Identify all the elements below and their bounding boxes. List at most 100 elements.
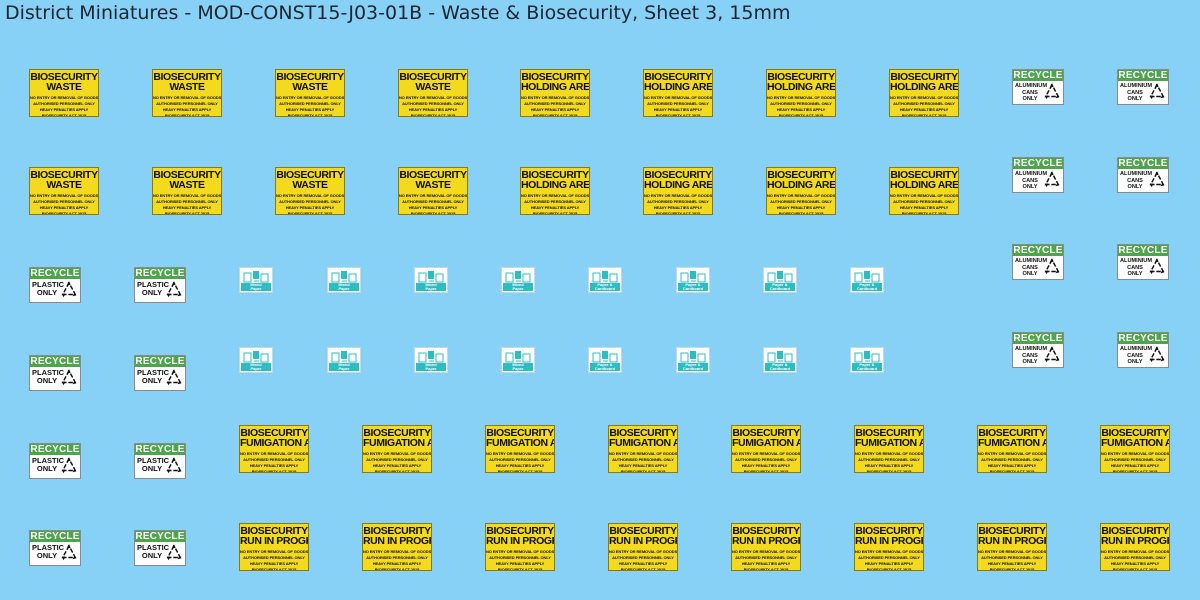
- biosecurity-holding-area-sign: BIOSECURITY HOLDING AREA NO ENTRY OR REMOV…: [766, 69, 836, 117]
- sign-line-penalties: HEAVY PENALTIES APPLY: [653, 107, 703, 112]
- recycle-aluminium-sign: RECYCLE ALUMINIUM CANS ONLY: [1117, 244, 1169, 280]
- recycle-arrows-icon: [166, 457, 182, 474]
- paper-band: Paper & Cardboard: [765, 283, 795, 291]
- sign-line-no-entry: NO ENTRY OR REMOVAL OF GOODS: [609, 549, 678, 554]
- recycle-heading: RECYCLE: [135, 268, 185, 279]
- recycle-label: ALUMINIUM CANS ONLY: [1015, 258, 1047, 278]
- sign-line-penalties: HEAVY PENALTIES APPLY: [1110, 561, 1160, 566]
- recycle-heading: RECYCLE: [1013, 70, 1063, 81]
- recycle-body: ALUMINIUM CANS ONLY: [1118, 81, 1168, 104]
- sign-line-penalties: HEAVY PENALTIES APPLY: [495, 561, 545, 566]
- recycle-heading: RECYCLE: [1118, 70, 1168, 81]
- recycle-body: ALUMINIUM CANS ONLY: [1013, 81, 1063, 104]
- sign-subheading: HOLDING AREA: [644, 81, 713, 93]
- paper-band-text: Paper & Cardboard: [857, 363, 877, 371]
- biosecurity-run-in-progress-sign: BIOSECURITYRUN IN PROGRESSNO ENTRY OR RE…: [239, 523, 309, 571]
- paper-mixed-sign: Mixed Paper: [327, 267, 361, 293]
- sign-line-no-entry: NO ENTRY OR REMOVAL OF GOODS: [855, 549, 924, 554]
- recycle-body: PLASTIC ONLY: [135, 367, 185, 390]
- sign-subheading: HOLDING AREA: [521, 81, 590, 93]
- sign-line-authorised: AUTHORISED PERSONNEL ONLY: [858, 457, 920, 462]
- sign-line-penalties: HEAVY PENALTIES APPLY: [776, 107, 826, 112]
- sign-line-authorised: AUTHORISED PERSONNEL ONLY: [1104, 457, 1166, 462]
- band-line-paper: Paper: [512, 286, 524, 291]
- sign-line-authorised: AUTHORISED PERSONNEL ONLY: [243, 457, 305, 462]
- recycle-arrows-icon: [61, 369, 77, 386]
- sign-subheading: WASTE: [46, 81, 82, 93]
- sign-line-authorised: AUTHORISED PERSONNEL ONLY: [770, 101, 832, 106]
- paper-band-text: Mixed Paper: [338, 363, 349, 371]
- paper-band-text: Mixed Paper: [338, 283, 349, 291]
- recycle-plastic-sign: RECYCLE PLASTIC ONLY: [134, 267, 186, 303]
- sign-line-act: BIOSECURITY ACT 2015: [497, 567, 543, 571]
- label-line-only: ONLY: [1127, 359, 1143, 365]
- sign-subheading: FUMIGATION AREA: [363, 437, 431, 449]
- label-line-only: ONLY: [36, 288, 58, 297]
- paper-band: Paper & Cardboard: [590, 363, 620, 371]
- sign-line-no-entry: NO ENTRY OR REMOVAL OF GOODS: [240, 451, 309, 456]
- sign-line-authorised: AUTHORISED PERSONNEL ONLY: [489, 555, 551, 560]
- label-line-only: ONLY: [1022, 96, 1038, 102]
- sign-line-penalties: HEAVY PENALTIES APPLY: [39, 205, 89, 210]
- sign-subheading: HOLDING AREA: [767, 81, 836, 93]
- sign-subheading: FUMIGATION AREA: [855, 437, 923, 449]
- paper-band-text: Paper & Cardboard: [683, 283, 703, 291]
- label-line-only: ONLY: [141, 551, 163, 560]
- recycle-plastic-sign: RECYCLE PLASTIC ONLY: [29, 530, 81, 566]
- sign-line-penalties: HEAVY PENALTIES APPLY: [162, 205, 212, 210]
- recycle-label: PLASTIC ONLY: [32, 544, 64, 560]
- sign-line-no-entry: NO ENTRY OR REMOVAL OF GOODS: [486, 451, 555, 456]
- sign-line-penalties: HEAVY PENALTIES APPLY: [249, 463, 299, 468]
- sign-line-act: BIOSECURITY ACT 2015: [743, 567, 789, 571]
- sign-line-penalties: HEAVY PENALTIES APPLY: [249, 561, 299, 566]
- label-line-only: ONLY: [141, 464, 163, 473]
- recycle-label: ALUMINIUM CANS ONLY: [1120, 346, 1152, 366]
- recycle-arrows-icon: [1044, 258, 1060, 275]
- biosecurity-holding-area-sign: BIOSECURITY HOLDING AREA NO ENTRY OR REMOV…: [889, 167, 959, 215]
- sign-subheading: FUMIGATION AREA: [1101, 437, 1169, 449]
- recycle-heading: RECYCLE: [135, 356, 185, 367]
- recycle-plastic-sign: RECYCLE PLASTIC ONLY: [134, 443, 186, 479]
- paper-cardboard-sign: Paper & Cardboard: [588, 267, 622, 293]
- sign-line-act: BIOSECURITY ACT 2015: [287, 113, 333, 117]
- recycle-label: ALUMINIUM CANS ONLY: [1120, 171, 1153, 191]
- biosecurity-fumigation-area-sign: BIOSECURITYFUMIGATION AREANO ENTRY OR RE…: [608, 425, 678, 473]
- recycle-label: PLASTIC ONLY: [32, 369, 64, 385]
- paper-band: Mixed Paper: [241, 363, 271, 371]
- sign-subheading: RUN IN PROGRESS: [732, 535, 800, 547]
- recycle-arrows-icon: [1149, 346, 1165, 363]
- biosecurity-run-in-progress-sign: BIOSECURITYRUN IN PROGRESSNO ENTRY OR RE…: [977, 523, 1047, 571]
- band-line-cardboard: Cardboard: [682, 366, 704, 371]
- paper-band-text: Paper & Cardboard: [595, 283, 615, 291]
- band-line-paper: Paper: [250, 366, 262, 371]
- paper-band-text: Mixed Paper: [512, 283, 523, 291]
- sign-line-no-entry: NO ENTRY OR REMOVAL OF GOODS: [978, 549, 1047, 554]
- sign-line-act: BIOSECURITY ACT 2015: [374, 567, 420, 571]
- paper-band: Paper & Cardboard: [852, 363, 882, 371]
- recycle-heading: RECYCLE: [135, 531, 185, 542]
- sign-line-act: BIOSECURITY ACT 2015: [866, 469, 912, 473]
- recycle-body: ALUMINIUM CANS ONLY: [1013, 344, 1063, 367]
- biosecurity-fumigation-area-sign: BIOSECURITYFUMIGATION AREANO ENTRY OR RE…: [362, 425, 432, 473]
- recycle-body: PLASTIC ONLY: [135, 455, 185, 478]
- paper-band-text: Mixed Paper: [425, 363, 436, 371]
- recycle-heading: RECYCLE: [1118, 245, 1168, 256]
- sign-line-penalties: HEAVY PENALTIES APPLY: [899, 107, 949, 112]
- sign-line-act: BIOSECURITY ACT 2015: [41, 211, 87, 215]
- sign-line-authorised: AUTHORISED PERSONNEL ONLY: [279, 101, 341, 106]
- label-line-aluminium: ALUMINIUM: [1120, 171, 1153, 177]
- paper-band-text: Paper & Cardboard: [683, 363, 703, 371]
- band-line-cardboard: Cardboard: [856, 366, 878, 371]
- sign-line-act: BIOSECURITY ACT 2015: [620, 469, 666, 473]
- biosecurity-run-in-progress-sign: BIOSECURITYRUN IN PROGRESSNO ENTRY OR RE…: [1100, 523, 1170, 571]
- recycle-body: PLASTIC ONLY: [135, 542, 185, 565]
- biosecurity-run-in-progress-sign: BIOSECURITYRUN IN PROGRESSNO ENTRY OR RE…: [854, 523, 924, 571]
- sign-subheading: WASTE: [292, 179, 328, 191]
- recycle-arrows-icon: [61, 281, 77, 298]
- sign-line-authorised: AUTHORISED PERSONNEL ONLY: [893, 199, 955, 204]
- sign-line-act: BIOSECURITY ACT 2015: [866, 567, 912, 571]
- recycle-label: PLASTIC ONLY: [137, 457, 169, 473]
- recycle-plastic-sign: RECYCLE PLASTIC ONLY: [134, 355, 186, 391]
- sign-line-act: BIOSECURITY ACT 2015: [287, 211, 333, 215]
- sign-line-act: BIOSECURITY ACT 2015: [41, 113, 87, 117]
